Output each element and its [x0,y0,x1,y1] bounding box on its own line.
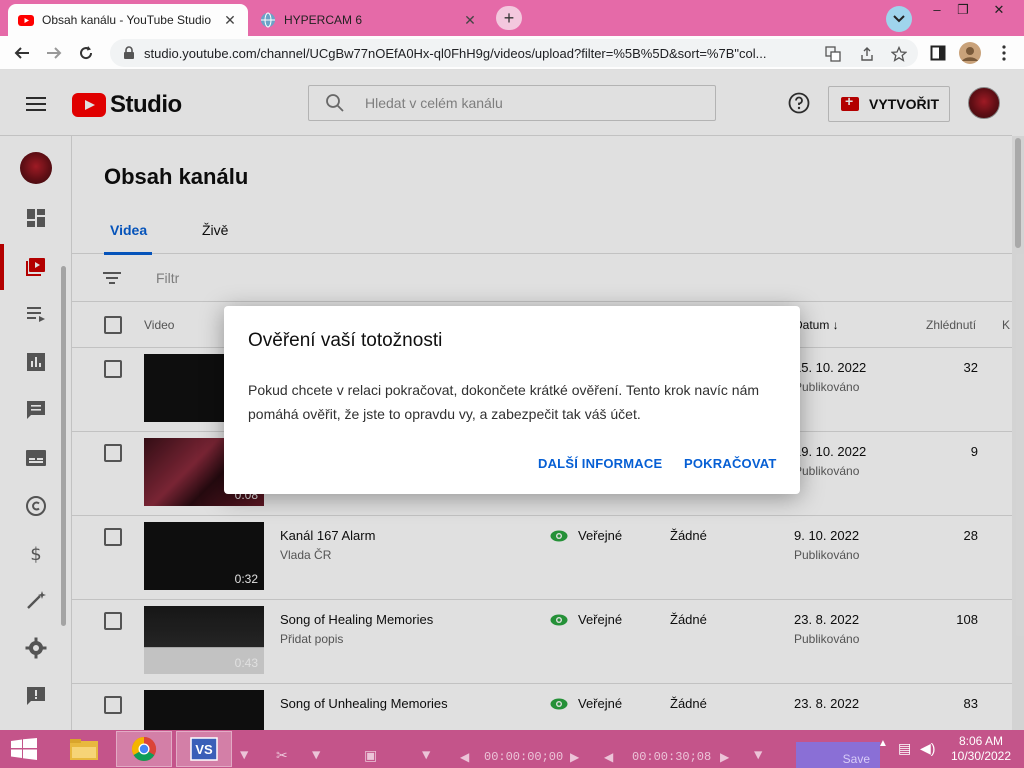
close-tab-icon[interactable]: ✕ [222,12,238,28]
timecode-start[interactable]: 00:00:00;00 [484,750,563,764]
windows-start-icon[interactable] [10,738,38,760]
close-window-icon[interactable]: ✕ [984,2,1014,20]
dropdown-icon[interactable]: ▼ [754,748,762,764]
windows-taskbar: VS ▼ ✂ ▼ ▣ ▼ ◀ 00:00:00;00 ▶ ◀ 00:00:30;… [0,730,1024,768]
tab-title: HYPERCAM 6 [284,13,363,27]
prev-frame-icon[interactable]: ◀ [604,750,613,765]
timecode-end[interactable]: 00:00:30;08 [632,750,711,764]
arrow-right-icon [47,47,62,59]
save-button[interactable]: Save [796,742,880,768]
browser-toolbar: studio.youtube.com/channel/UCgBw77nOEfA0… [0,36,1024,70]
reload-button[interactable] [74,41,98,65]
translate-icon[interactable] [824,45,842,63]
system-tray: Save ▲ ▤ ◀) 8:06 AM 10/30/2022 [796,730,1024,768]
browser-tab-strip: Obsah kanálu - YouTube Studio ✕ HYPERCAM… [0,0,1024,36]
restore-icon[interactable]: ❐ [948,2,978,20]
url-text: studio.youtube.com/channel/UCgBw77nOEfA0… [144,45,767,61]
youtube-icon [18,15,34,26]
svg-text:VS: VS [195,742,213,757]
lock-icon [124,46,134,59]
arrow-left-icon [14,47,29,59]
profile-button[interactable] [958,41,982,65]
continue-button[interactable]: POKRAČOVAT [684,456,777,471]
side-panel-icon [930,45,946,61]
globe-icon [261,12,275,28]
side-panel-button[interactable] [926,41,950,65]
funnel-icon[interactable]: ▼ [240,748,248,764]
bookmark-star-icon[interactable] [890,45,908,63]
tab-title: Obsah kanálu - YouTube Studio [42,13,212,27]
speaker-icon[interactable]: ◀) [920,740,935,757]
studio-page: Studio Hledat v celém kanálu VYTVOŘIT $ … [0,70,1024,730]
folder-icon [70,739,98,760]
clock-time: 8:06 AM [958,734,1004,748]
prev-frame-icon[interactable]: ◀ [460,750,469,765]
verify-identity-dialog: Ověření vaší totožnosti Pokud chcete v r… [224,306,800,494]
profile-avatar-icon [959,42,981,64]
vs-app-icon: VS [190,737,218,761]
address-bar[interactable]: studio.youtube.com/channel/UCgBw77nOEfA0… [110,39,918,67]
share-icon[interactable] [858,45,876,63]
cut-icon[interactable]: ✂ [276,748,288,765]
visual-studio-taskbar-button[interactable]: VS [176,731,232,767]
mute-icon[interactable]: ▣ [364,748,377,765]
next-frame-icon[interactable]: ▶ [720,750,729,765]
dialog-title: Ověření vaší totožnosti [248,330,443,351]
more-vert-icon [1002,45,1006,61]
tab-youtube-studio[interactable]: Obsah kanálu - YouTube Studio ✕ [8,4,248,36]
dropdown-icon[interactable]: ▼ [422,748,430,764]
hypercam-media-controls: ▼ ✂ ▼ ▣ ▼ ◀ 00:00:00;00 ▶ ◀ 00:00:30;08 … [236,730,796,768]
chevron-down-icon [893,15,905,23]
tab-search-button[interactable] [886,6,912,32]
chrome-icon [131,737,157,762]
browser-menu-button[interactable] [992,41,1016,65]
taskbar-clock[interactable]: 8:06 AM 10/30/2022 [948,734,1014,764]
tab-hypercam[interactable]: HYPERCAM 6 ✕ [250,4,488,36]
clock-date: 10/30/2022 [950,749,1012,763]
close-tab-icon[interactable]: ✕ [462,12,478,28]
back-button[interactable] [10,41,34,65]
network-icon[interactable]: ▤ [898,740,911,757]
tray-chevron-up-icon[interactable]: ▲ [878,738,888,749]
learn-more-button[interactable]: DALŠÍ INFORMACE [538,456,662,471]
dialog-body: Pokud chcete v relaci pokračovat, dokonč… [248,382,760,422]
next-frame-icon[interactable]: ▶ [570,750,579,765]
chrome-taskbar-button[interactable] [116,731,172,767]
file-explorer-taskbar-button[interactable] [56,731,112,767]
forward-button[interactable] [42,41,66,65]
filter-down-icon[interactable]: ▼ [312,748,320,764]
reload-icon [80,46,93,60]
save-label: Save [842,752,870,766]
new-tab-button[interactable]: + [496,6,522,30]
